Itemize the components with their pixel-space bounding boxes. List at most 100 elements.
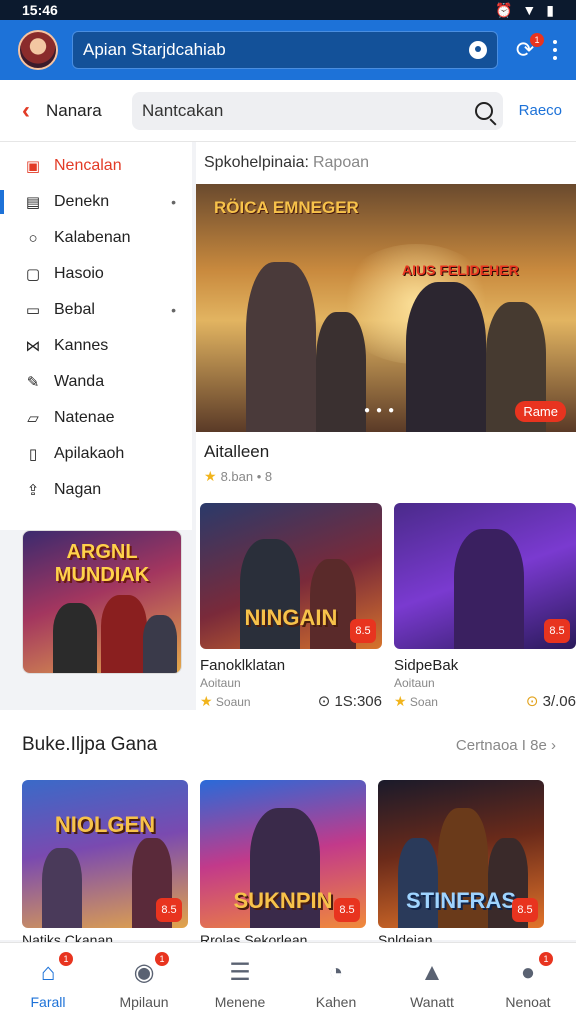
card-meta: Aoitaun [394, 676, 576, 690]
game-tile[interactable]: STINFRAS 8.5 Snldeian [378, 780, 544, 948]
expand-icon[interactable]: • [171, 194, 176, 210]
profile-icon: ● 1 [513, 951, 553, 988]
nav-label: Farall [30, 993, 66, 1010]
card-title: SidpeBak [394, 657, 459, 674]
search-icon[interactable] [474, 101, 493, 120]
nav-badge: 1 [539, 951, 553, 966]
card-count: 1S:306 [334, 693, 382, 710]
tile-art-title: NIOLGEN [54, 812, 156, 837]
sidebar-item-nencalan[interactable]: ▣ Nencalan [0, 148, 192, 184]
sidebar-item-kannes[interactable]: ⋈ Kannes [0, 328, 192, 364]
card-corner-badge: 8.5 [544, 619, 570, 643]
section-title: Buke.Iljpa Gana [22, 734, 158, 755]
breadcrumb-sub[interactable]: Rapoan [313, 154, 369, 172]
star-icon: ★ [204, 468, 217, 484]
location-pin-icon[interactable] [469, 41, 487, 59]
more-options-icon[interactable] [552, 40, 558, 60]
section-header: Buke.Iljpa Gana Certnaoa I 8e › [0, 710, 576, 780]
file-icon: ▯ [28, 446, 38, 463]
tile-row: NIOLGEN 8.5 Natiks Ckanan SUKNPIN 8.5 Rr… [0, 780, 576, 948]
nav-label: Wanatt [410, 993, 454, 1010]
sidebar-promo-card[interactable]: ARGNL MUNDIAK [22, 530, 182, 674]
nav-label: Mpilaun [119, 993, 169, 1010]
nav-label: Nenoat [505, 993, 551, 1010]
star-icon: ★ [394, 692, 407, 709]
avatar[interactable] [18, 30, 58, 70]
hero-tag[interactable]: Rame [515, 401, 566, 422]
hero-title[interactable]: Aitalleen [204, 442, 568, 462]
card-rating: Soan [409, 694, 438, 709]
recommended-section: Buke.Iljpa Gana Certnaoa I 8e › NIOLGEN … [0, 710, 576, 948]
sidebar-item-hasoio[interactable]: ▢ Hasoio [0, 256, 192, 292]
explore-icon: ▲ [420, 958, 444, 986]
card-corner-badge: 8.5 [350, 619, 376, 643]
wifi-icon: ▼ [522, 2, 537, 18]
game-card-image: 8.5 [394, 503, 576, 649]
hero-banner[interactable]: RÖICA EMNEGER AIUS FELIDEHER ●●● Rame [196, 184, 576, 432]
bottom-navigation: ⌂ 1 Farall ◉ 1 Mpilaun ☰ Menene ◔ Kahen ▲ … [0, 942, 576, 1024]
nav-item-kahen[interactable]: ◔ Kahen [288, 943, 384, 1024]
star-icon: ★ [200, 692, 213, 709]
expand-icon[interactable]: • [171, 302, 176, 318]
carousel-indicator[interactable]: ●●● [364, 405, 400, 416]
nav-item-nenoat[interactable]: ● 1 Nenoat [480, 943, 576, 1024]
battery-icon: ▮ [546, 1, 554, 18]
nav-badge: 1 [59, 951, 73, 966]
back-arrow-icon[interactable]: ‹ [22, 97, 30, 125]
search-row: ‹ Nanara Nantcakan Raeco [0, 80, 576, 142]
breadcrumb: Spkohelpinaia: Rapoan [196, 142, 576, 184]
see-all-link[interactable]: Certnaoa I 8e › [456, 737, 556, 754]
character-figure [53, 603, 97, 673]
search-query: Nantcakan [142, 100, 224, 120]
game-card[interactable]: NINGAIN 8.5 Fanoklklatan Aoitaun ★ Soaun… [200, 503, 382, 710]
card-stats: ★ Soaun ⊙ 1S:306 [200, 692, 382, 711]
sidebar-item-wanda[interactable]: ✎ Wanda [0, 364, 192, 400]
sidebar-item-natenae[interactable]: ▱ Natenae [0, 400, 192, 436]
app-title-box[interactable]: Apian Starjdcahiab [72, 31, 498, 69]
download-icon: ⊙ [317, 693, 331, 710]
card-subtitle: Aoitaun [394, 676, 435, 690]
sidebar-item-bebal[interactable]: ▭ Bebal • [0, 292, 192, 328]
home-icon: ⌂ 1 [33, 951, 73, 988]
search-action-link[interactable]: Raeco [519, 102, 562, 119]
game-card[interactable]: 8.5 SidpeBak Aoitaun ★ Soan ⊙ 3/.06 [394, 503, 576, 710]
character-figure [398, 838, 438, 928]
breadcrumb-label: Spkohelpinaia: [204, 154, 309, 171]
status-time: 15:46 [22, 2, 58, 18]
game-tile[interactable]: NIOLGEN 8.5 Natiks Ckanan [22, 780, 188, 948]
search-input[interactable]: Nantcakan [132, 91, 503, 130]
game-card-image: NINGAIN 8.5 [200, 503, 382, 649]
nav-label: Kahen [315, 993, 357, 1010]
notification-badge: 1 [530, 33, 544, 47]
sidebar: ▣ Nencalan ▤ Denekn • ○ Kalabenan ▢ Hasoio ▭ B… [0, 142, 192, 530]
game-icon: ◉ 1 [129, 951, 169, 988]
clipboard-icon: ▢ [25, 266, 41, 283]
tile-corner-badge: 8.5 [156, 898, 182, 922]
game-tile-image: STINFRAS 8.5 [378, 780, 544, 928]
status-icons: ⏰ ▼ ▮ [495, 2, 554, 19]
hero-rating: ★ 8.ban • 8 [204, 468, 273, 484]
sidebar-item-kalabenan[interactable]: ○ Kalabenan [0, 220, 192, 256]
nav-item-wanatt[interactable]: ▲ Wanatt [384, 943, 480, 1024]
share-icon: ⇪ [26, 482, 40, 499]
download-icon: ⊙ [525, 693, 539, 710]
calendar-icon: ▣ [25, 158, 41, 175]
notifications-icon[interactable]: ⟳ 1 [512, 33, 544, 63]
card-rating: Soaun [215, 694, 251, 709]
nav-item-menene[interactable]: ☰ Menene [192, 943, 288, 1024]
sidebar-item-nagan[interactable]: ⇪ Nagan [0, 472, 192, 508]
card-title: Fanoklklatan [200, 657, 286, 674]
top-bar: Apian Starjdcahiab ⟳ 1 [0, 20, 576, 80]
nav-item-mpilaun[interactable]: ◉ 1 Mpilaun [96, 943, 192, 1024]
sidebar-item-denekn[interactable]: ▤ Denekn • [0, 184, 192, 220]
game-tile[interactable]: SUKNPIN 8.5 Rrolas Sekorlean [200, 780, 366, 948]
nav-item-farall[interactable]: ⌂ 1 Farall [0, 943, 96, 1024]
hero-info: Aitalleen ★ 8.ban • 8 [196, 432, 576, 493]
game-tile-image: NIOLGEN 8.5 [22, 780, 188, 928]
character-figure [240, 539, 300, 649]
chevron-right-icon: › [551, 736, 556, 754]
sidebar-item-apilakaoh[interactable]: ▯ Apilakaoh [0, 436, 192, 472]
card-row: NINGAIN 8.5 Fanoklklatan Aoitaun ★ Soaun… [196, 493, 576, 710]
character-figure [406, 282, 486, 432]
character-figure [42, 848, 82, 928]
